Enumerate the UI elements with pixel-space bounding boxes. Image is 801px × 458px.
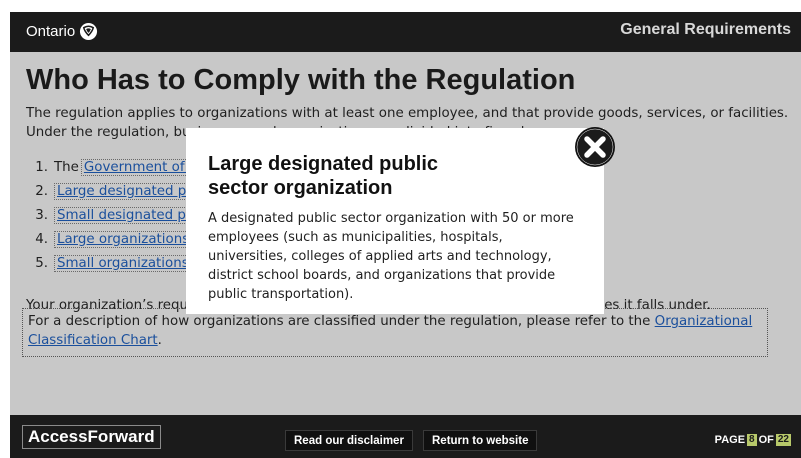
classification-note-text: For a description of how organizations a… [28, 314, 651, 329]
brand-label: Ontario [26, 23, 76, 40]
section-title: General Requirements [620, 21, 791, 38]
page-label: PAGE [714, 434, 746, 446]
disclaimer-button[interactable]: Read our disclaimer [285, 430, 413, 451]
list-number: 3. [35, 207, 48, 223]
list-number: 4. [35, 231, 48, 247]
class-link-small-organizations[interactable]: Small organizations [54, 254, 192, 272]
popup-body-line-4: district school boards, and organization… [208, 268, 556, 283]
classification-note-line-2: Classification Chart. [28, 333, 162, 348]
close-icon[interactable] [574, 126, 616, 168]
definition-popup: Large designated public sector organizat… [186, 128, 604, 314]
popup-body-line-2: employees (such as municipalities, hospi… [208, 230, 503, 245]
popup-body-line-3: universities, colleges of applied arts a… [208, 249, 552, 264]
popup-body-line-1: A designated public sector organization … [208, 211, 574, 226]
return-to-website-button[interactable]: Return to website [423, 430, 538, 451]
classification-note-line-1: For a description of how organizations a… [28, 314, 752, 329]
accessforward-logo: AccessForward [22, 425, 161, 449]
page-of: OF [758, 434, 774, 446]
top-bar: Ontario General Requirements [10, 12, 801, 52]
page-indicator: PAGE 8 OF 22 [715, 434, 791, 446]
classification-note-end: . [157, 333, 162, 348]
footer-bar: AccessForward Read our disclaimer Return… [10, 415, 801, 458]
classification-note-box: For a description of how organizations a… [22, 308, 768, 357]
popup-title-line-1: Large designated public [208, 153, 439, 175]
list-number: 1. [35, 159, 48, 175]
ontario-logo[interactable]: Ontario [26, 22, 98, 41]
page-total: 22 [775, 434, 791, 446]
popup-title-line-2: sector organization [208, 177, 393, 199]
page-title: Who Has to Comply with the Regulation [26, 64, 576, 96]
intro-text-line-1: The regulation applies to organizations … [26, 106, 789, 121]
popup-body-line-5: public transportation). [208, 287, 354, 302]
list-number: 2. [35, 183, 48, 199]
list-prefix: The [54, 159, 79, 175]
classification-chart-link-part-2[interactable]: Classification Chart [28, 333, 158, 348]
trillium-icon [80, 22, 98, 41]
page-current: 8 [747, 434, 757, 446]
classification-chart-link-part-1[interactable]: Organizational [655, 314, 753, 329]
class-link-large-organizations[interactable]: Large organizations [54, 230, 193, 248]
list-number: 5. [35, 255, 48, 271]
